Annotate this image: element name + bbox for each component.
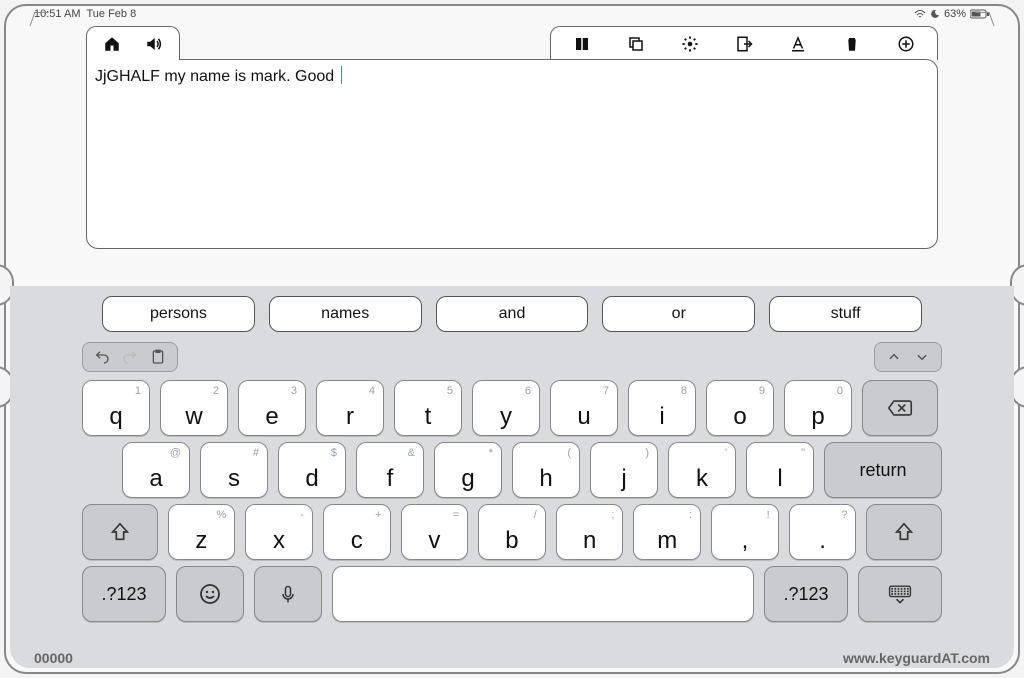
key-,[interactable]: !,	[711, 504, 779, 560]
status-date: Tue Feb 8	[86, 8, 136, 20]
key-o[interactable]: 9o	[706, 380, 774, 436]
key-h[interactable]: (h	[512, 442, 580, 498]
key-y[interactable]: 6y	[472, 380, 540, 436]
dismiss-keyboard-key[interactable]	[858, 566, 942, 622]
suggestion[interactable]: names	[269, 296, 422, 332]
battery-percent: 63%	[944, 8, 966, 20]
suggestion[interactable]: or	[602, 296, 755, 332]
key-row-2: @a#s$d&f*g(h)j'k"lreturn	[82, 442, 942, 498]
key-t[interactable]: 5t	[394, 380, 462, 436]
chevron-up-icon[interactable]	[885, 348, 903, 366]
key-r[interactable]: 4r	[316, 380, 384, 436]
key-f[interactable]: &f	[356, 442, 424, 498]
clipboard-icon[interactable]	[149, 348, 167, 366]
text-cursor	[341, 66, 343, 84]
keyboard-util-row	[82, 340, 942, 374]
speaker-icon[interactable]	[145, 35, 163, 53]
key-i[interactable]: 8i	[628, 380, 696, 436]
numeric-switch-key[interactable]: .?123	[764, 566, 848, 622]
key-u[interactable]: 7u	[550, 380, 618, 436]
key-c[interactable]: +c	[323, 504, 391, 560]
font-icon[interactable]	[789, 35, 807, 53]
tab-main[interactable]	[86, 26, 180, 60]
book-icon[interactable]	[573, 35, 591, 53]
plus-circle-icon[interactable]	[897, 35, 915, 53]
key-g[interactable]: *g	[434, 442, 502, 498]
key-s[interactable]: #s	[200, 442, 268, 498]
app-area: JjGHALF my name is mark. Good	[86, 26, 938, 249]
moon-icon	[930, 9, 940, 19]
key-row-3: %z-x+c=v/b;n:m!,?.	[82, 504, 942, 560]
return-key[interactable]: return	[824, 442, 942, 498]
key-b[interactable]: /b	[478, 504, 546, 560]
key-d[interactable]: $d	[278, 442, 346, 498]
suggestion-row: persons names and or stuff	[102, 296, 922, 332]
space-key[interactable]	[332, 566, 754, 622]
key-n[interactable]: ;n	[556, 504, 624, 560]
text-area[interactable]: JjGHALF my name is mark. Good	[86, 59, 938, 249]
redo-icon[interactable]	[121, 348, 139, 366]
suggestion[interactable]: and	[436, 296, 589, 332]
export-icon[interactable]	[735, 35, 753, 53]
footer: 00000 www.keyguardAT.com	[34, 650, 990, 666]
trash-icon[interactable]	[843, 35, 861, 53]
footer-left: 00000	[34, 650, 73, 666]
tab-tools	[550, 26, 938, 60]
copy-icon[interactable]	[627, 35, 645, 53]
mic-key[interactable]	[254, 566, 322, 622]
device-frame: 10:51 AM Tue Feb 8 63%	[4, 4, 1020, 674]
key-q[interactable]: 1q	[82, 380, 150, 436]
text-content: JjGHALF my name is mark. Good	[95, 68, 339, 85]
key-row-1: 1q2w3e4r5t6y7u8i9o0p	[82, 380, 942, 436]
backspace-key[interactable]	[862, 380, 938, 436]
suggestion[interactable]: persons	[102, 296, 255, 332]
key-w[interactable]: 2w	[160, 380, 228, 436]
numeric-switch-key[interactable]: .?123	[82, 566, 166, 622]
key-row-4: .?123 .?123	[82, 566, 942, 622]
key-k[interactable]: 'k	[668, 442, 736, 498]
shift-key-right[interactable]	[866, 504, 942, 560]
key-j[interactable]: )j	[590, 442, 658, 498]
undo-icon[interactable]	[93, 348, 111, 366]
key-m[interactable]: :m	[633, 504, 701, 560]
suggestion[interactable]: stuff	[769, 296, 922, 332]
util-group-left	[82, 342, 178, 372]
chevron-down-icon[interactable]	[913, 348, 931, 366]
key-v[interactable]: =v	[401, 504, 469, 560]
wifi-icon	[914, 9, 926, 19]
key-p[interactable]: 0p	[784, 380, 852, 436]
tab-strip	[86, 26, 938, 60]
status-bar: 10:51 AM Tue Feb 8 63%	[6, 6, 1018, 20]
key-x[interactable]: -x	[245, 504, 313, 560]
util-group-right	[874, 342, 942, 372]
key-a[interactable]: @a	[122, 442, 190, 498]
key-l[interactable]: "l	[746, 442, 814, 498]
gear-icon[interactable]	[681, 35, 699, 53]
keyboard: persons names and or stuff 1q2w3e4r5t6y7…	[10, 286, 1014, 668]
home-icon[interactable]	[103, 35, 121, 53]
shift-key-left[interactable]	[82, 504, 158, 560]
footer-right: www.keyguardAT.com	[843, 650, 990, 666]
key-z[interactable]: %z	[168, 504, 236, 560]
key-.[interactable]: ?.	[789, 504, 857, 560]
emoji-key[interactable]	[176, 566, 244, 622]
key-e[interactable]: 3e	[238, 380, 306, 436]
